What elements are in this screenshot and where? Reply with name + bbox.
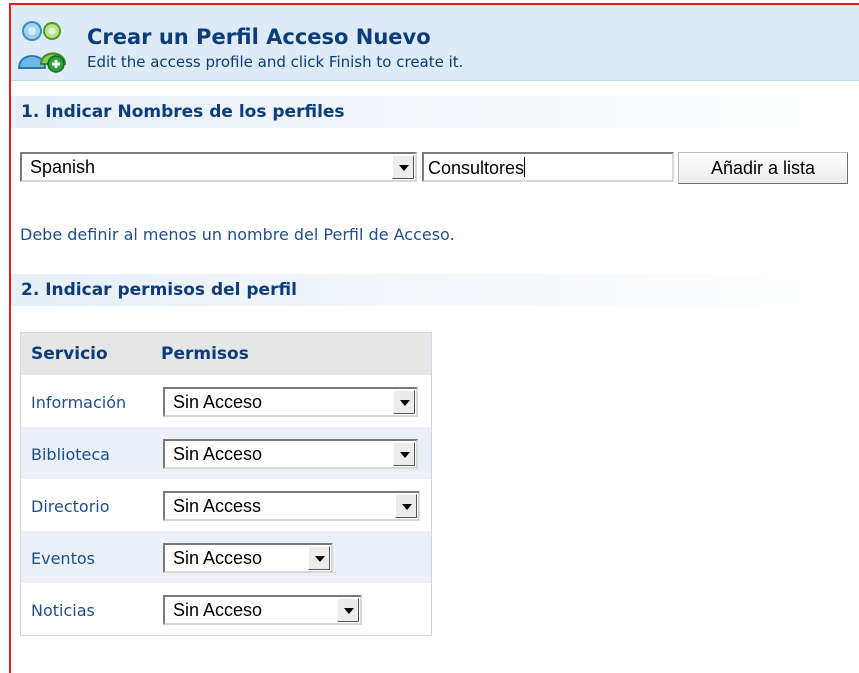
permission-select-value: Sin Acceso <box>173 392 263 412</box>
table-row: Noticias Sin Acceso <box>21 583 431 635</box>
chevron-down-icon[interactable] <box>393 390 415 414</box>
validation-message: Debe definir al menos un nombre del Perf… <box>20 225 455 244</box>
profile-name-value: Consultores <box>428 158 525 178</box>
table-row: Directorio Sin Access <box>21 479 431 531</box>
permission-select-value: Sin Acceso <box>173 444 263 464</box>
service-link-eventos[interactable]: Eventos <box>31 549 95 568</box>
permissions-table-header: Servicio Permisos <box>21 333 431 375</box>
section-names-header: 1. Indicar Nombres de los perfiles <box>11 96 859 128</box>
chevron-down-icon[interactable] <box>308 546 330 570</box>
permission-select-informacion[interactable]: Sin Acceso <box>163 387 418 417</box>
permission-select-value: Sin Acceso <box>173 548 263 568</box>
language-select-value: Spanish <box>30 157 96 177</box>
chevron-down-icon[interactable] <box>392 155 414 179</box>
page-header: Crear un Perfil Acceso Nuevo Edit the ac… <box>11 5 859 81</box>
page-title: Crear un Perfil Acceso Nuevo <box>87 25 431 49</box>
profile-name-input[interactable]: Consultores <box>422 152 674 182</box>
column-header-permissions: Permisos <box>161 344 249 364</box>
permission-select-value: Sin Access <box>173 496 262 516</box>
permission-select-noticias[interactable]: Sin Acceso <box>163 595 362 625</box>
service-link-noticias[interactable]: Noticias <box>31 601 95 620</box>
table-row: Eventos Sin Acceso <box>21 531 431 583</box>
chevron-down-icon[interactable] <box>393 442 415 466</box>
add-to-list-button[interactable]: Añadir a lista <box>678 152 848 184</box>
table-row: Biblioteca Sin Acceso <box>21 427 431 479</box>
page-subtitle: Edit the access profile and click Finish… <box>87 53 464 71</box>
chevron-down-icon[interactable] <box>337 598 359 622</box>
permission-select-biblioteca[interactable]: Sin Acceso <box>163 439 418 469</box>
permissions-table: Servicio Permisos Información Sin Acceso… <box>20 332 432 636</box>
service-link-biblioteca[interactable]: Biblioteca <box>31 445 110 464</box>
users-add-icon <box>17 21 67 73</box>
table-row: Información Sin Acceso <box>21 375 431 427</box>
language-select[interactable]: Spanish <box>20 152 417 182</box>
section-permissions-title: 2. Indicar permisos del perfil <box>21 280 297 300</box>
service-link-directorio[interactable]: Directorio <box>31 497 110 516</box>
permission-select-eventos[interactable]: Sin Acceso <box>163 543 333 573</box>
service-link-informacion[interactable]: Información <box>31 393 126 412</box>
chevron-down-icon[interactable] <box>395 494 417 518</box>
text-caret <box>524 157 526 177</box>
section-permissions-header: 2. Indicar permisos del perfil <box>11 274 859 306</box>
permission-select-directorio[interactable]: Sin Access <box>163 491 420 521</box>
column-header-service: Servicio <box>31 344 108 364</box>
section-names-title: 1. Indicar Nombres de los perfiles <box>21 102 345 122</box>
permission-select-value: Sin Acceso <box>173 600 263 620</box>
